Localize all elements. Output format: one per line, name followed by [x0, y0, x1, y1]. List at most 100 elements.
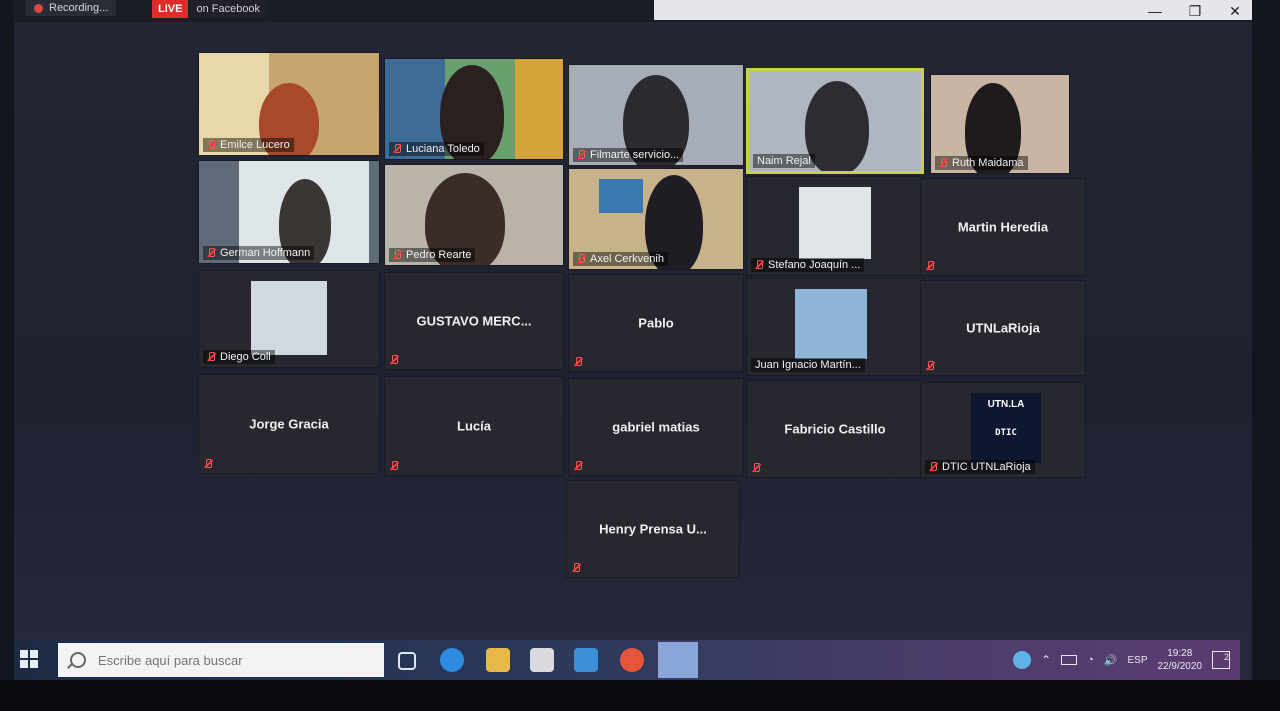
video-tile[interactable]: German Hoffmann: [198, 160, 380, 264]
participant-name: gabriel matias: [612, 419, 700, 435]
live-indicator[interactable]: LIVE on Facebook: [152, 0, 269, 18]
muted-mic-icon: [752, 463, 761, 473]
window-controls-bar: — ❐ ✕: [654, 0, 1252, 20]
search-icon: [70, 652, 86, 668]
muted-mic-icon: [207, 140, 216, 150]
muted-mic-icon: [577, 150, 586, 160]
screen: Recording... LIVE on Facebook — ❐ ✕ Emil…: [14, 0, 1252, 680]
participant-tile[interactable]: UTN.LA DTIC DTIC UTNLaRioja: [920, 382, 1086, 478]
participant-tile[interactable]: Stefano Joaquín ...: [746, 176, 924, 276]
participant-tile[interactable]: Jorge Gracia: [198, 374, 380, 474]
participant-tile[interactable]: Pablo: [568, 274, 744, 372]
participant-name: Henry Prensa U...: [599, 521, 707, 537]
logo-text: DTIC: [995, 428, 1017, 438]
battery-icon[interactable]: [1061, 655, 1078, 665]
participant-name-tag: Pedro Rearte: [389, 248, 476, 262]
participant-name-tag: DTIC UTNLaRioja: [925, 460, 1035, 474]
muted-mic-icon: [926, 361, 935, 371]
background: [515, 59, 563, 159]
muted-mic-icon: [755, 260, 764, 270]
muted-mic-icon: [929, 462, 938, 472]
muted-mic-icon: [574, 461, 583, 471]
mail-icon[interactable]: [574, 648, 598, 672]
muted-mic-icon: [572, 563, 581, 573]
participant-name: Fabricio Castillo: [784, 421, 886, 437]
profile-picture: [799, 187, 871, 259]
participant-name: Martin Heredia: [957, 219, 1049, 235]
taskbar: ⌃ ◔ 🔊 ESP 19:28 22/9/2020 2: [14, 640, 1240, 680]
participant-tile[interactable]: gabriel matias: [568, 378, 744, 476]
video-tile[interactable]: Ruth Maidama: [930, 74, 1070, 174]
weather-icon[interactable]: [1013, 651, 1032, 669]
muted-mic-icon: [926, 261, 935, 271]
zoom-app-icon[interactable]: [658, 642, 698, 678]
wifi-icon[interactable]: ◔: [1087, 654, 1094, 666]
video-tile[interactable]: Emilce Lucero: [198, 52, 380, 156]
recording-indicator[interactable]: Recording...: [26, 0, 117, 16]
participant-name-tag: Axel Cerkvenih: [573, 252, 668, 266]
participant-name-tag: Stefano Joaquín ...: [751, 258, 865, 272]
profile-picture: [795, 289, 867, 359]
participant-name-tag: Naim Rejal: [753, 154, 815, 168]
search-input[interactable]: [96, 651, 360, 669]
muted-mic-icon: [390, 355, 399, 365]
participant-name: GUSTAVO MERC...: [416, 313, 532, 329]
notifications-icon[interactable]: 2: [1212, 651, 1230, 669]
participant-tile[interactable]: Juan Ignacio Martín...: [746, 278, 924, 376]
participant-name: Jorge Gracia: [249, 416, 329, 432]
wall-painting: [599, 179, 643, 213]
language-indicator[interactable]: ESP: [1127, 655, 1147, 666]
file-explorer-icon[interactable]: [486, 648, 510, 672]
chrome-icon[interactable]: [620, 648, 644, 672]
live-badge: LIVE: [152, 0, 189, 18]
participant-name-tag: Filmarte servicio...: [573, 148, 684, 162]
windows-logo-icon: [20, 650, 28, 658]
start-button[interactable]: [20, 650, 40, 670]
participant-tile[interactable]: Henry Prensa U...: [566, 480, 740, 578]
participant-tile[interactable]: Lucía: [384, 376, 564, 476]
participant-tile[interactable]: Diego Coll: [198, 270, 380, 368]
store-icon[interactable]: [530, 648, 554, 672]
minimize-button[interactable]: —: [1146, 0, 1164, 22]
restore-button[interactable]: ❐: [1186, 0, 1204, 22]
participant-tile[interactable]: GUSTAVO MERC...: [384, 272, 564, 370]
video-tile[interactable]: Luciana Toledo: [384, 58, 564, 160]
video-tile[interactable]: Axel Cerkvenih: [568, 168, 744, 270]
muted-mic-icon: [393, 250, 402, 260]
time: 19:28: [1167, 648, 1193, 659]
profile-picture: [251, 281, 327, 355]
close-button[interactable]: ✕: [1226, 0, 1244, 22]
system-tray: ⌃ ◔ 🔊 ESP 19:28 22/9/2020 2: [1013, 640, 1230, 680]
edge-browser-icon[interactable]: [440, 648, 464, 672]
participant-name-tag: Diego Coll: [203, 350, 275, 364]
participant-name-tag: Ruth Maidama: [935, 156, 1028, 170]
task-view-icon[interactable]: [398, 652, 416, 670]
muted-mic-icon: [390, 461, 399, 471]
clock[interactable]: 19:28 22/9/2020: [1158, 647, 1203, 673]
muted-mic-icon: [204, 459, 213, 469]
muted-mic-icon: [939, 158, 948, 168]
taskbar-search-box[interactable]: [58, 643, 384, 677]
participant-name-tag: Juan Ignacio Martín...: [751, 358, 865, 372]
monitor-bezel: [0, 680, 1280, 711]
muted-mic-icon: [393, 144, 402, 154]
participant-name: Lucía: [457, 418, 491, 434]
date: 22/9/2020: [1157, 661, 1203, 672]
video-tile-active-speaker[interactable]: Naim Rejal: [746, 68, 924, 174]
participant-name-tag: Luciana Toledo: [389, 142, 484, 156]
participant-name-tag: German Hoffmann: [203, 246, 315, 260]
dtic-logo-picture: UTN.LA DTIC: [971, 393, 1041, 463]
muted-mic-icon: [577, 254, 586, 264]
video-tile[interactable]: Filmarte servicio...: [568, 64, 744, 166]
participant-tile[interactable]: UTNLaRioja: [920, 280, 1086, 376]
muted-mic-icon: [574, 357, 583, 367]
chevron-up-icon[interactable]: ⌃: [1041, 653, 1051, 667]
participant-name: Pablo: [638, 315, 674, 331]
video-tile[interactable]: Pedro Rearte: [384, 164, 564, 266]
muted-mic-icon: [207, 248, 216, 258]
recording-label: Recording...: [49, 2, 109, 14]
volume-icon[interactable]: 🔊: [1104, 654, 1118, 667]
participant-name: UTNLaRioja: [966, 320, 1040, 336]
participant-tile[interactable]: Fabricio Castillo: [746, 380, 924, 478]
participant-tile[interactable]: Martin Heredia: [920, 178, 1086, 276]
